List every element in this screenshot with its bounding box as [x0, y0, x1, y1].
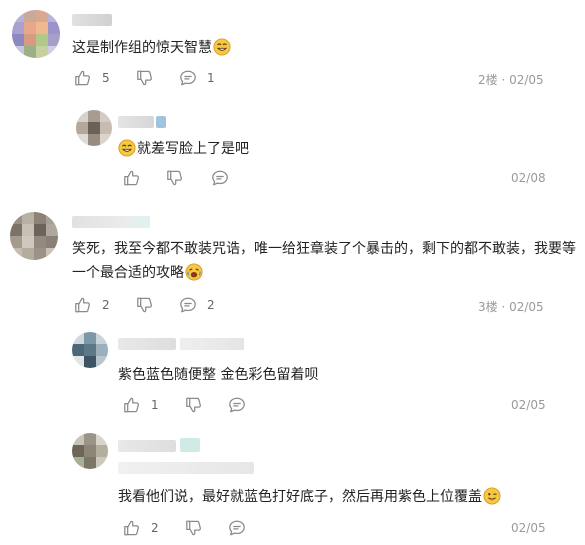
username[interactable]: [72, 216, 150, 228]
comment-actions: 2: [123, 518, 563, 538]
comment-date: 02/08: [511, 171, 546, 185]
reply-bubble-icon: [179, 296, 197, 314]
comment-date: 02/05: [511, 521, 546, 535]
avatar[interactable]: [72, 332, 108, 368]
laughing-emoji-icon: [118, 139, 136, 157]
wink-tongue-emoji-icon: [483, 487, 501, 505]
thumb-down-icon: [136, 69, 154, 87]
dislike-button[interactable]: [166, 168, 184, 188]
username[interactable]: [118, 440, 176, 452]
like-button[interactable]: 1: [123, 395, 159, 415]
comment-meta: 3楼 · 02/05: [478, 300, 544, 314]
comment-text: 我看他们说，最好就蓝色打好底子，然后再用紫色上位覆盖: [118, 486, 501, 508]
thumb-down-icon: [166, 169, 184, 187]
cry-laugh-emoji-icon: [185, 263, 203, 281]
dislike-button[interactable]: [136, 295, 154, 315]
thumb-down-icon: [136, 296, 154, 314]
comment-date: 02/05: [511, 398, 546, 412]
like-count: 5: [102, 71, 110, 85]
reply-count: 2: [207, 298, 215, 312]
like-button[interactable]: [123, 168, 141, 188]
comment-text: 这是制作组的惊天智慧: [72, 37, 231, 59]
thumb-up-icon: [74, 296, 92, 314]
like-button[interactable]: 5: [74, 68, 110, 88]
comment-actions: 1: [123, 395, 563, 415]
reply-bubble-icon: [211, 169, 229, 187]
user-tag: [118, 462, 254, 474]
reply-bubble-icon: [228, 396, 246, 414]
avatar[interactable]: [72, 433, 108, 469]
thumb-up-icon: [123, 169, 141, 187]
floor-number: 3楼: [478, 300, 498, 314]
like-count: 2: [102, 298, 110, 312]
comment-date: 02/05: [509, 73, 544, 87]
floor-number: 2楼: [478, 73, 498, 87]
reply-button[interactable]: [211, 168, 229, 188]
dislike-button[interactable]: [136, 68, 154, 88]
reply-button[interactable]: [228, 395, 246, 415]
comment-meta: 2楼 · 02/05: [478, 73, 544, 87]
reply-button[interactable]: [228, 518, 246, 538]
user-badge: [180, 438, 200, 452]
thumb-down-icon: [185, 519, 203, 537]
comment-text: 笑死，我至今都不敢装咒诰，唯一给狂章装了个暴击的，剩下的都不敢装，我要等 一个最…: [72, 241, 576, 281]
reply-count: 1: [207, 71, 215, 85]
dislike-button[interactable]: [185, 518, 203, 538]
smile-emoji-icon: [213, 38, 231, 56]
reply-bubble-icon: [228, 519, 246, 537]
user-badge: [156, 116, 166, 128]
user-tag: [180, 338, 244, 350]
comment-actions: [123, 168, 563, 188]
thumb-up-icon: [123, 519, 141, 537]
thumb-up-icon: [74, 69, 92, 87]
username[interactable]: [118, 116, 154, 128]
reply-button[interactable]: 1: [179, 68, 215, 88]
avatar[interactable]: [12, 10, 60, 58]
comment-text: 紫色蓝色随便整 金色彩色留着呗: [118, 367, 319, 383]
thumb-down-icon: [185, 396, 203, 414]
avatar[interactable]: [76, 110, 112, 146]
reply-button[interactable]: 2: [179, 295, 215, 315]
like-count: 2: [151, 521, 159, 535]
like-button[interactable]: 2: [74, 295, 110, 315]
username[interactable]: [72, 14, 112, 26]
thumb-up-icon: [123, 396, 141, 414]
like-button[interactable]: 2: [123, 518, 159, 538]
comment-date: 02/05: [509, 300, 544, 314]
avatar[interactable]: [10, 212, 58, 260]
like-count: 1: [151, 398, 159, 412]
username[interactable]: [118, 338, 176, 350]
comment-text: 就差写脸上了是吧: [118, 138, 249, 160]
dislike-button[interactable]: [185, 395, 203, 415]
reply-bubble-icon: [179, 69, 197, 87]
